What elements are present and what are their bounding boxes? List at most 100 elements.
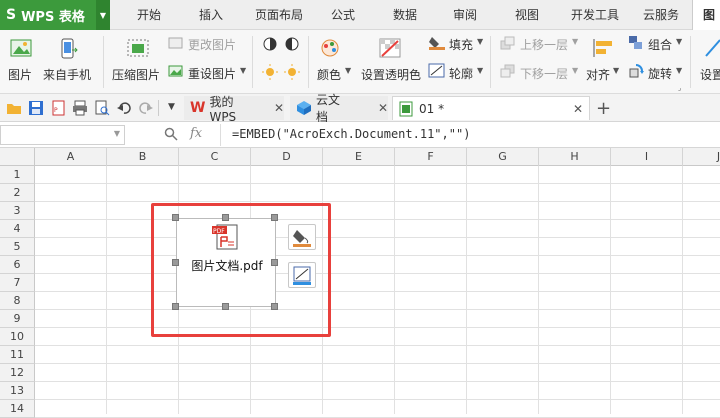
chevron-down-icon[interactable]: ▼ <box>114 129 120 138</box>
tab-cloud-service[interactable]: 云服务 <box>634 0 688 30</box>
compress-icon <box>127 39 149 57</box>
chevron-down-icon[interactable]: ▼ <box>168 102 175 112</box>
send-backward-button[interactable]: 下移一层 <box>520 65 568 82</box>
align-button[interactable]: 对齐 <box>586 66 610 83</box>
select-all-corner[interactable] <box>0 148 35 166</box>
fx-button[interactable]: fx <box>190 126 202 141</box>
column-header[interactable]: I <box>611 148 683 166</box>
name-box[interactable]: ▼ <box>0 125 125 145</box>
close-icon[interactable]: ✕ <box>378 101 388 115</box>
tab-picture[interactable]: 图片 <box>692 0 720 52</box>
column-header[interactable]: A <box>35 148 107 166</box>
tab-view[interactable]: 视图 <box>502 0 552 30</box>
chevron-down-icon[interactable]: ▼ <box>96 0 110 30</box>
column-header[interactable]: B <box>107 148 179 166</box>
row-header[interactable]: 1 <box>0 166 35 184</box>
open-folder-icon[interactable] <box>6 101 22 115</box>
save-icon[interactable] <box>28 100 44 116</box>
row-header[interactable]: 3 <box>0 202 35 220</box>
undo-icon[interactable] <box>116 100 132 116</box>
ribbon-separator <box>103 36 104 88</box>
brightness-icon[interactable] <box>262 64 302 80</box>
chevron-down-icon[interactable]: ▼ <box>613 66 619 75</box>
row-header[interactable]: 13 <box>0 382 35 400</box>
tab-page-layout[interactable]: 页面布局 <box>246 0 312 30</box>
row-header[interactable]: 9 <box>0 310 35 328</box>
row-header[interactable]: 8 <box>0 292 35 310</box>
tab-insert[interactable]: 插入 <box>186 0 236 30</box>
outline-button[interactable]: 轮廓 <box>449 65 473 82</box>
print-preview-icon[interactable] <box>94 100 110 116</box>
contrast-icon[interactable] <box>262 36 302 52</box>
fill-bucket-icon <box>429 37 445 50</box>
bring-forward-icon <box>500 36 515 50</box>
phone-icon <box>61 38 78 59</box>
grid-row-line <box>35 291 720 292</box>
close-icon[interactable]: ✕ <box>274 101 284 115</box>
search-icon[interactable] <box>164 127 178 141</box>
chevron-down-icon[interactable]: ▼ <box>477 66 483 75</box>
from-phone-button[interactable]: 来自手机 <box>43 66 91 83</box>
row-header[interactable]: 10 <box>0 328 35 346</box>
grid-row-line <box>35 219 720 220</box>
row-header[interactable]: 7 <box>0 274 35 292</box>
row-header[interactable]: 5 <box>0 238 35 256</box>
column-header[interactable]: C <box>179 148 251 166</box>
print-icon[interactable] <box>72 100 88 116</box>
picture-button[interactable]: 图片 <box>8 66 32 83</box>
formula-divider <box>220 124 221 146</box>
row-header[interactable]: 12 <box>0 364 35 382</box>
app-menu-button[interactable]: S WPS 表格 ▼ <box>0 0 110 30</box>
row-header[interactable]: 14 <box>0 400 35 418</box>
tab-developer[interactable]: 开发工具 <box>562 0 628 30</box>
bring-forward-button[interactable]: 上移一层 <box>520 36 568 53</box>
color-button[interactable]: 颜色 <box>317 66 341 83</box>
new-tab-button[interactable]: + <box>596 98 611 119</box>
chevron-down-icon[interactable]: ▼ <box>572 37 578 46</box>
chevron-down-icon[interactable]: ▼ <box>572 66 578 75</box>
change-picture-button[interactable]: 更改图片 <box>188 36 236 53</box>
compress-button[interactable]: 压缩图片 <box>112 66 160 83</box>
tab-my-wps[interactable]: W 我的WPS ✕ <box>184 95 284 124</box>
tab-formula[interactable]: 公式 <box>318 0 368 30</box>
column-header[interactable]: F <box>395 148 467 166</box>
group-button[interactable]: 组合 <box>648 36 672 53</box>
spreadsheet-file-icon <box>399 101 413 116</box>
tab-file-01[interactable]: 01 * ✕ <box>392 96 590 120</box>
grid-row-line <box>35 183 720 184</box>
tab-data[interactable]: 数据 <box>380 0 430 30</box>
fill-button[interactable]: 填充 <box>449 36 473 53</box>
tab-home[interactable]: 开始 <box>124 0 174 30</box>
column-header[interactable]: E <box>323 148 395 166</box>
grid-row-line <box>35 363 720 364</box>
column-header[interactable]: J <box>683 148 720 166</box>
row-header[interactable]: 11 <box>0 346 35 364</box>
column-header[interactable]: H <box>539 148 611 166</box>
chevron-down-icon[interactable]: ▼ <box>477 37 483 46</box>
tab-cloud-docs[interactable]: 云文档 ✕ <box>290 93 388 124</box>
grid-row-line <box>35 399 720 400</box>
column-header[interactable]: G <box>467 148 539 166</box>
export-pdf-icon[interactable]: P <box>50 100 66 116</box>
grid-column-line <box>106 166 107 414</box>
close-icon[interactable]: ✕ <box>573 102 583 116</box>
settings-button[interactable]: 设置 <box>700 66 720 83</box>
rotate-button[interactable]: 旋转 <box>648 65 672 82</box>
chevron-down-icon[interactable]: ▼ <box>676 66 682 75</box>
column-header[interactable]: D <box>251 148 323 166</box>
row-header[interactable]: 6 <box>0 256 35 274</box>
tab-label: 01 * <box>419 101 445 116</box>
redo-icon[interactable] <box>138 100 154 116</box>
row-header[interactable]: 4 <box>0 220 35 238</box>
chevron-down-icon[interactable]: ▼ <box>240 66 246 75</box>
set-transparent-button[interactable]: 设置透明色 <box>361 66 421 83</box>
grid-row-line <box>35 381 720 382</box>
dialog-launcher-icon[interactable]: ⌟ <box>678 84 681 92</box>
reset-picture-button[interactable]: 重设图片 <box>188 65 236 82</box>
row-header[interactable]: 2 <box>0 184 35 202</box>
chevron-down-icon[interactable]: ▼ <box>345 66 351 75</box>
formula-input[interactable]: =EMBED("AcroExch.Document.11","") <box>232 127 470 141</box>
tab-review[interactable]: 审阅 <box>440 0 490 30</box>
grid-row-line <box>35 255 720 256</box>
chevron-down-icon[interactable]: ▼ <box>676 37 682 46</box>
